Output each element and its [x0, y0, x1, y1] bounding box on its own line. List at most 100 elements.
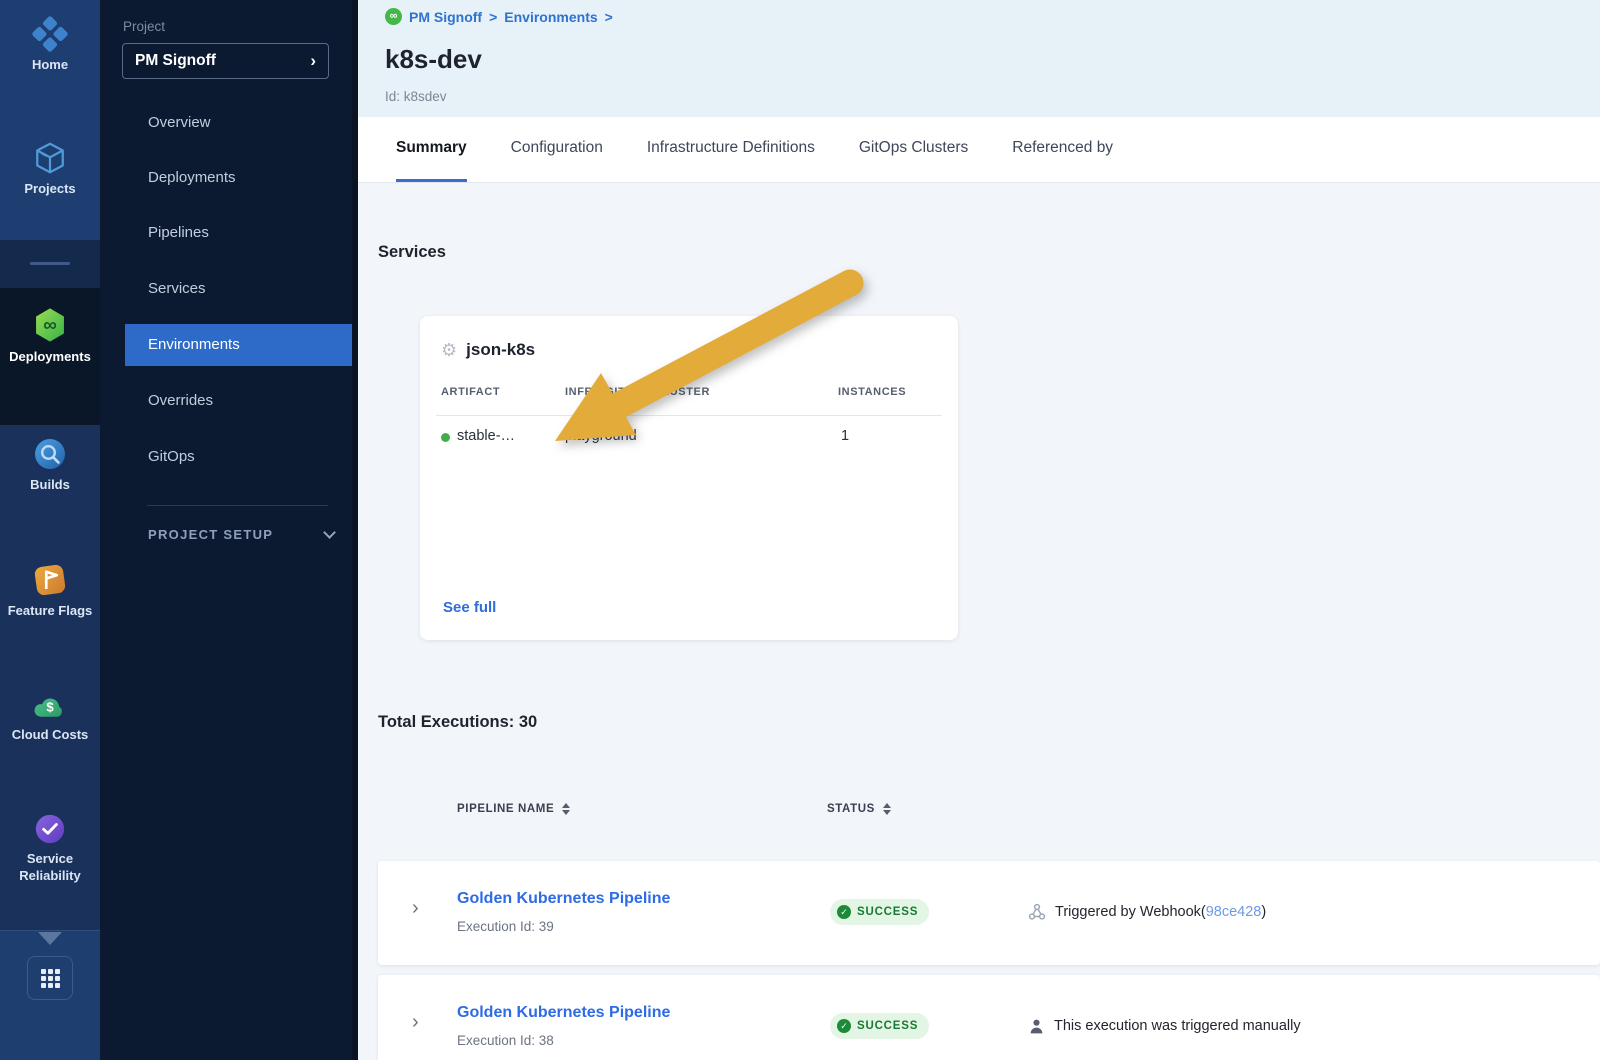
tab-configuration[interactable]: Configuration [511, 117, 603, 182]
tab-bar: Summary Configuration Infrastructure Def… [358, 117, 1600, 183]
breadcrumb-separator: > [605, 9, 613, 25]
deployments-infinity-icon: ∞ [31, 306, 69, 344]
trigger-info: Triggered by Webhook(98ce428) [1028, 899, 1266, 925]
tab-referenced-by[interactable]: Referenced by [1012, 117, 1113, 182]
breadcrumb-project[interactable]: PM Signoff [409, 9, 482, 25]
trigger-text: This execution was triggered manually [1054, 1018, 1301, 1034]
check-circle-icon: ✓ [837, 1019, 851, 1033]
pipeline-name-link[interactable]: Golden Kubernetes Pipeline [457, 890, 670, 908]
tab-gitops-clusters[interactable]: GitOps Clusters [859, 117, 968, 182]
sidebar-item-overview[interactable]: Overview [100, 102, 352, 144]
cluster-value: playground [565, 428, 637, 444]
rail-label: Feature Flags [8, 603, 93, 620]
webhook-icon [1028, 903, 1046, 921]
trigger-text: Triggered by Webhook(98ce428) [1055, 904, 1266, 920]
sort-icon[interactable] [883, 803, 891, 815]
breadcrumb-environments[interactable]: Environments [504, 9, 597, 25]
rail-item-service-reliability[interactable]: Service Reliability [0, 812, 100, 885]
sort-icon[interactable] [562, 803, 570, 815]
chevron-down-icon [323, 526, 336, 539]
column-header-pipeline-name[interactable]: PIPELINE NAME [457, 803, 570, 815]
see-full-link[interactable]: See full [443, 599, 496, 616]
gear-icon: ⚙ [441, 341, 457, 359]
chevron-right-icon[interactable]: › [412, 897, 419, 920]
projects-cube-icon [32, 140, 68, 176]
project-sidebar: Project PM Signoff › Overview Deployment… [100, 0, 352, 1060]
home-icon [32, 16, 68, 52]
rail-item-projects[interactable]: Projects [0, 140, 100, 198]
content-region: Services ⚙ json-k8s ARTIFACT INFRA/GITOP… [358, 183, 1600, 1060]
sidebar-divider [147, 505, 328, 506]
webhook-id-link[interactable]: 98ce428 [1206, 904, 1262, 920]
execution-row[interactable]: › Golden Kubernetes Pipeline Execution I… [378, 861, 1600, 965]
cloud-costs-icon: $ [31, 688, 69, 722]
breadcrumb-separator: > [489, 9, 497, 25]
app-grid-button[interactable] [27, 956, 73, 1000]
project-setup-label: PROJECT SETUP [148, 527, 273, 542]
sidebar-item-overrides[interactable]: Overrides [100, 380, 352, 422]
rail-label: Projects [24, 181, 75, 198]
rail-divider [30, 262, 70, 265]
status-label: STATUS [827, 803, 875, 815]
column-header-instances: INSTANCES [838, 386, 906, 398]
module-rail: Home Projects ∞ Deployments Builds Featu… [0, 0, 100, 1060]
project-label: Project [123, 19, 165, 34]
column-header-status[interactable]: STATUS [827, 803, 891, 815]
page-id: Id: k8sdev [385, 89, 447, 104]
execution-row[interactable]: › Golden Kubernetes Pipeline Execution I… [378, 975, 1600, 1060]
svg-text:∞: ∞ [43, 315, 57, 336]
sidebar-item-deployments[interactable]: Deployments [100, 157, 352, 199]
column-header-artifact: ARTIFACT [441, 386, 500, 398]
page-title: k8s-dev [385, 44, 482, 75]
check-circle-icon: ✓ [837, 905, 851, 919]
trigger-info: This execution was triggered manually [1028, 1013, 1301, 1039]
tab-summary[interactable]: Summary [396, 117, 467, 182]
main-content: ∞ PM Signoff > Environments > k8s-dev Id… [358, 0, 1600, 1060]
execution-id: Execution Id: 39 [457, 919, 554, 934]
chevron-right-icon: › [310, 51, 316, 71]
svg-text:$: $ [46, 700, 54, 715]
rail-label: Service Reliability [4, 851, 96, 885]
project-selector[interactable]: PM Signoff › [122, 43, 329, 79]
service-reliability-icon [33, 812, 67, 846]
pipeline-name-label: PIPELINE NAME [457, 803, 554, 815]
column-header-cluster: INFRA/GITOPS CLUSTER [565, 386, 710, 398]
tab-infrastructure-definitions[interactable]: Infrastructure Definitions [647, 117, 815, 182]
rail-label: Home [32, 57, 68, 74]
execution-id: Execution Id: 38 [457, 1033, 554, 1048]
breadcrumb: ∞ PM Signoff > Environments > [385, 8, 613, 25]
sidebar-item-gitops[interactable]: GitOps [100, 436, 352, 478]
status-badge: ✓ SUCCESS [830, 899, 929, 925]
chevron-right-icon[interactable]: › [412, 1011, 419, 1034]
services-heading: Services [378, 243, 446, 262]
service-name: json-k8s [466, 340, 535, 360]
rail-item-deployments[interactable]: ∞ Deployments [0, 306, 100, 366]
cd-module-infinity-icon: ∞ [385, 8, 402, 25]
rail-collapse-chevron-icon[interactable] [38, 932, 62, 945]
sidebar-item-services[interactable]: Services [100, 268, 352, 310]
sidebar-item-pipelines[interactable]: Pipelines [100, 212, 352, 254]
project-setup-toggle[interactable]: PROJECT SETUP [148, 527, 334, 542]
status-text: SUCCESS [857, 906, 918, 918]
page-header: ∞ PM Signoff > Environments > k8s-dev Id… [358, 0, 1600, 117]
grid-icon [41, 969, 60, 988]
service-name-row: ⚙ json-k8s [441, 340, 535, 360]
sidebar-item-environments[interactable]: Environments [125, 324, 352, 366]
rail-label: Deployments [9, 349, 91, 366]
rail-item-feature-flags[interactable]: Feature Flags [0, 562, 100, 620]
pipeline-name-link[interactable]: Golden Kubernetes Pipeline [457, 1004, 670, 1022]
status-badge: ✓ SUCCESS [830, 1013, 929, 1039]
status-text: SUCCESS [857, 1020, 918, 1032]
rail-item-builds[interactable]: Builds [0, 436, 100, 494]
artifact-value: stable-… [457, 428, 515, 444]
status-dot-icon [441, 433, 450, 442]
rail-label: Builds [30, 477, 70, 494]
builds-icon [32, 436, 68, 472]
user-icon [1028, 1018, 1045, 1035]
service-card[interactable]: ⚙ json-k8s ARTIFACT INFRA/GITOPS CLUSTER… [420, 316, 958, 640]
feature-flags-icon [32, 562, 68, 598]
instances-value: 1 [841, 428, 849, 444]
card-divider [436, 415, 942, 416]
rail-item-cloud-costs[interactable]: $ Cloud Costs [0, 688, 100, 744]
rail-item-home[interactable]: Home [0, 16, 100, 74]
